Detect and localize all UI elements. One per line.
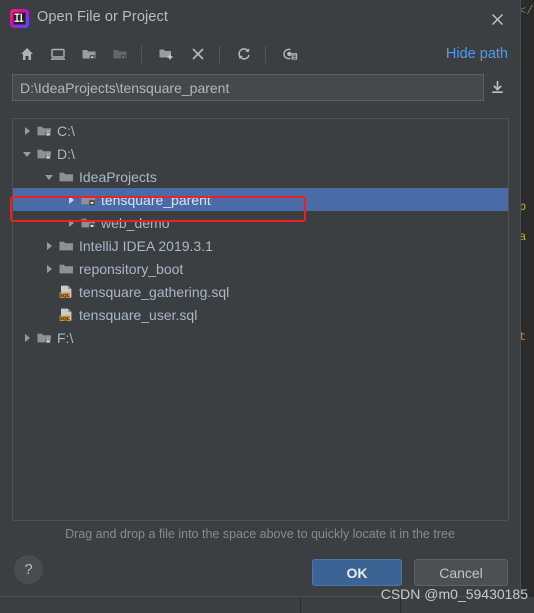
ok-button[interactable]: OK — [312, 559, 402, 586]
module-folder-icon — [79, 211, 97, 234]
sql-file-icon: SQL — [57, 280, 75, 303]
chevron-down-icon[interactable] — [19, 142, 35, 165]
chevron-right-icon[interactable] — [63, 211, 79, 234]
chevron-down-icon[interactable] — [41, 165, 57, 188]
path-input[interactable] — [12, 74, 484, 101]
svg-text:SQL: SQL — [59, 292, 69, 298]
home-icon[interactable] — [14, 41, 40, 67]
svg-text:SQL: SQL — [59, 315, 69, 321]
tree-node-reponsitory_boot[interactable]: reponsitory_boot — [13, 257, 508, 280]
tree-node-label: C:\ — [57, 122, 75, 139]
intellij-idea-logo-icon — [9, 8, 30, 29]
tree-node-label: F:\ — [57, 329, 74, 346]
module-folder-icon — [107, 41, 133, 67]
csdn-watermark: CSDN @m0_59430185 — [380, 586, 528, 602]
tree-node-d[interactable]: D:\ — [13, 142, 508, 165]
dialog-title: Open File or Project — [37, 9, 168, 25]
download-arrow-icon[interactable] — [487, 77, 508, 98]
toolbar-divider — [219, 46, 220, 63]
help-button[interactable]: ? — [14, 555, 43, 584]
new-folder-icon[interactable] — [153, 41, 179, 67]
toolbar-divider — [265, 46, 266, 63]
tree-node-label: tensquare_user.sql — [79, 306, 198, 323]
dialog-titlebar: Open File or Project — [0, 0, 520, 37]
chevron-right-icon[interactable] — [63, 188, 79, 211]
tree-node-label: tensquare_parent — [101, 191, 211, 208]
hide-path-link[interactable]: Hide path — [446, 46, 508, 62]
tree-node-tensquare_gatheringsql[interactable]: SQL tensquare_gathering.sql — [13, 280, 508, 303]
tree-node-intellij-idea-201931[interactable]: IntelliJ IDEA 2019.3.1 — [13, 234, 508, 257]
delete-icon[interactable] — [185, 41, 211, 67]
drive-folder-icon — [35, 142, 53, 165]
tree-node-label: web_demo — [101, 214, 170, 231]
tree-twisty-placeholder — [41, 280, 57, 303]
refresh-icon[interactable] — [231, 41, 257, 67]
tree-node-label: D:\ — [57, 145, 75, 162]
file-tree-panel[interactable]: C:\ D:\ IdeaProjects tensquare_parent web_de… — [12, 118, 509, 521]
dialog-toolbar: Hide path — [0, 37, 520, 72]
tree-node-label: reponsitory_boot — [79, 260, 184, 277]
tree-node-label: tensquare_gathering.sql — [79, 283, 230, 300]
folder-icon — [57, 257, 75, 280]
path-row — [12, 72, 508, 105]
background-code-fragment: </ — [519, 4, 534, 18]
chevron-right-icon[interactable] — [41, 257, 57, 280]
tree-twisty-placeholder — [41, 303, 57, 326]
chevron-right-icon[interactable] — [41, 234, 57, 257]
tree-node-web_demo[interactable]: web_demo — [13, 211, 508, 234]
drive-folder-icon — [35, 326, 53, 349]
drive-folder-icon — [35, 119, 53, 142]
sql-file-icon: SQL — [57, 303, 75, 326]
status-bar-divider — [300, 597, 301, 613]
tree-node-ideaprojects[interactable]: IdeaProjects — [13, 165, 508, 188]
drag-drop-hint: Drag and drop a file into the space abov… — [65, 527, 455, 541]
folder-icon — [57, 165, 75, 188]
tree-node-label: IdeaProjects — [79, 168, 157, 185]
tree-node-f[interactable]: F:\ — [13, 326, 508, 349]
tree-node-c[interactable]: C:\ — [13, 119, 508, 142]
show-hidden-files-icon[interactable] — [277, 41, 303, 67]
tree-node-tensquare_usersql[interactable]: SQL tensquare_user.sql — [13, 303, 508, 326]
folder-icon — [57, 234, 75, 257]
close-icon[interactable] — [484, 6, 510, 32]
chevron-right-icon[interactable] — [19, 326, 35, 349]
desktop-icon[interactable] — [45, 41, 71, 67]
cancel-button[interactable]: Cancel — [414, 559, 508, 586]
open-file-or-project-dialog: Open File or Project Hide path D:\IdeaPr… — [0, 0, 521, 597]
tree-node-label: IntelliJ IDEA 2019.3.1 — [79, 237, 213, 254]
project-folder-icon[interactable] — [76, 41, 102, 67]
tree-node-tensquare_parent[interactable]: tensquare_parent — [13, 188, 508, 211]
file-tree[interactable]: C:\ D:\ IdeaProjects tensquare_parent web_de… — [13, 119, 508, 349]
module-folder-icon — [79, 188, 97, 211]
toolbar-divider — [141, 46, 142, 63]
chevron-right-icon[interactable] — [19, 119, 35, 142]
